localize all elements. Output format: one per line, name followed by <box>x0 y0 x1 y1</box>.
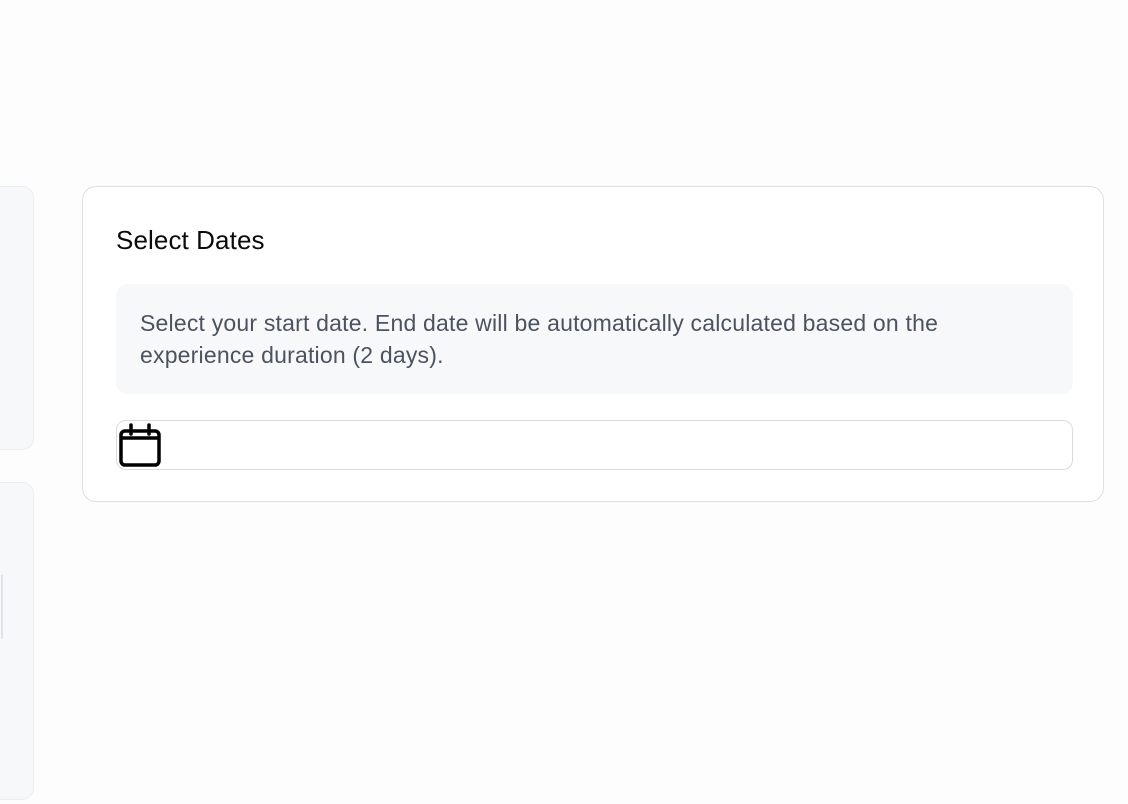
calendar-icon-svg <box>119 423 161 467</box>
calendar-icon[interactable] <box>118 422 162 468</box>
select-dates-card: Select Dates Select your start date. End… <box>82 186 1104 502</box>
left-panel-bottom <box>0 482 34 800</box>
info-text: Select your start date. End date will be… <box>140 310 939 368</box>
info-box: Select your start date. End date will be… <box>116 284 1073 394</box>
date-picker-input[interactable] <box>116 420 1073 470</box>
page: Select Dates Select your start date. End… <box>0 0 1128 804</box>
card-title: Select Dates <box>116 225 265 255</box>
panel-edge-mark <box>1 575 3 639</box>
left-panel-top <box>0 186 34 450</box>
